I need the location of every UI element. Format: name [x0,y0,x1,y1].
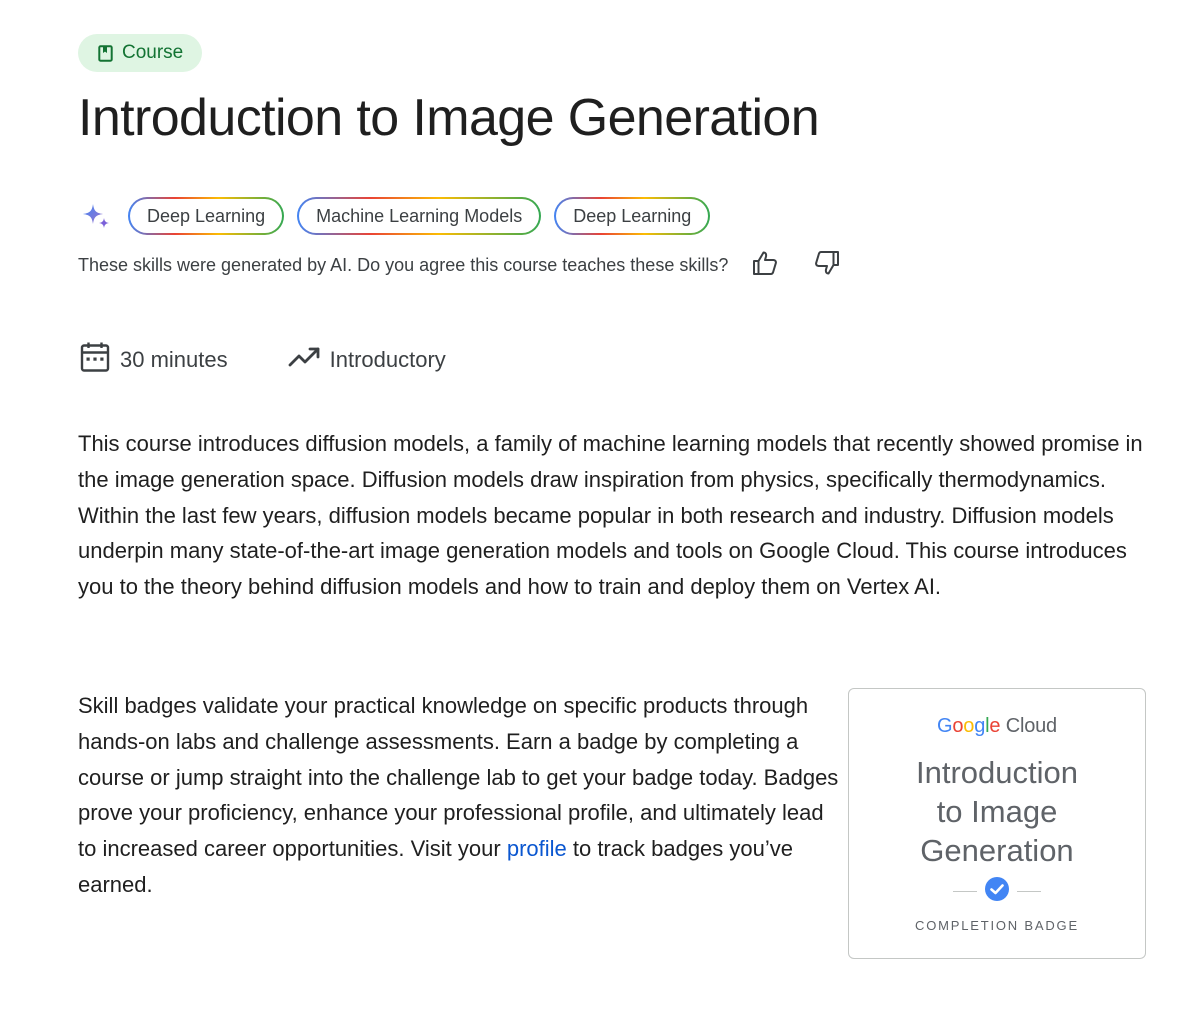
level: Introductory [288,345,446,375]
course-meta: 30 minutes Introductory [80,341,446,379]
badge-title: Introduction to Image Generation [916,755,1078,868]
thumb-down-button[interactable] [810,248,844,282]
thumb-down-icon [813,249,841,282]
skill-badges-info: Skill badges validate your practical kno… [78,688,848,903]
check-circle-icon [984,876,1010,907]
skill-chip-label: Deep Learning [130,199,283,233]
course-type-chip: Course [78,34,203,72]
ai-skills-note: These skills were generated by AI. Do yo… [78,254,729,275]
course-description: This course introduces diffusion models,… [78,431,1143,600]
sparkle-icon [80,200,112,232]
page-title: Introduction to Image Generation [78,89,820,147]
skill-chip-machine-learning-models[interactable]: Machine Learning Models [297,197,542,235]
badge-label: COMPLETION BADGE [915,918,1079,933]
book-icon [98,44,113,62]
ai-feedback-row: These skills were generated by AI. Do yo… [78,250,844,280]
skills-row: Deep Learning Machine Learning Models De… [80,197,711,235]
skill-chip-label: Deep Learning [556,199,709,233]
skill-chip-deep-learning-2[interactable]: Deep Learning [554,197,711,235]
trending-up-icon [288,345,320,375]
duration: 30 minutes [80,341,228,379]
duration-label: 30 minutes [120,347,228,372]
skill-chip-label: Machine Learning Models [299,199,540,233]
skill-chip-deep-learning[interactable]: Deep Learning [128,197,285,235]
thumb-up-icon [751,249,779,282]
google-cloud-logo: Google Cloud [937,715,1057,737]
calendar-icon [80,341,110,379]
profile-link[interactable]: profile [507,836,567,861]
thumb-up-button[interactable] [748,248,782,282]
course-type-label: Course [122,42,184,63]
badge-divider [953,876,1041,907]
course-page: Course Introduction to Image Generation … [0,0,1200,1030]
completion-badge-card: Google Cloud Introduction to Image Gener… [848,688,1146,959]
level-label: Introductory [329,347,446,372]
